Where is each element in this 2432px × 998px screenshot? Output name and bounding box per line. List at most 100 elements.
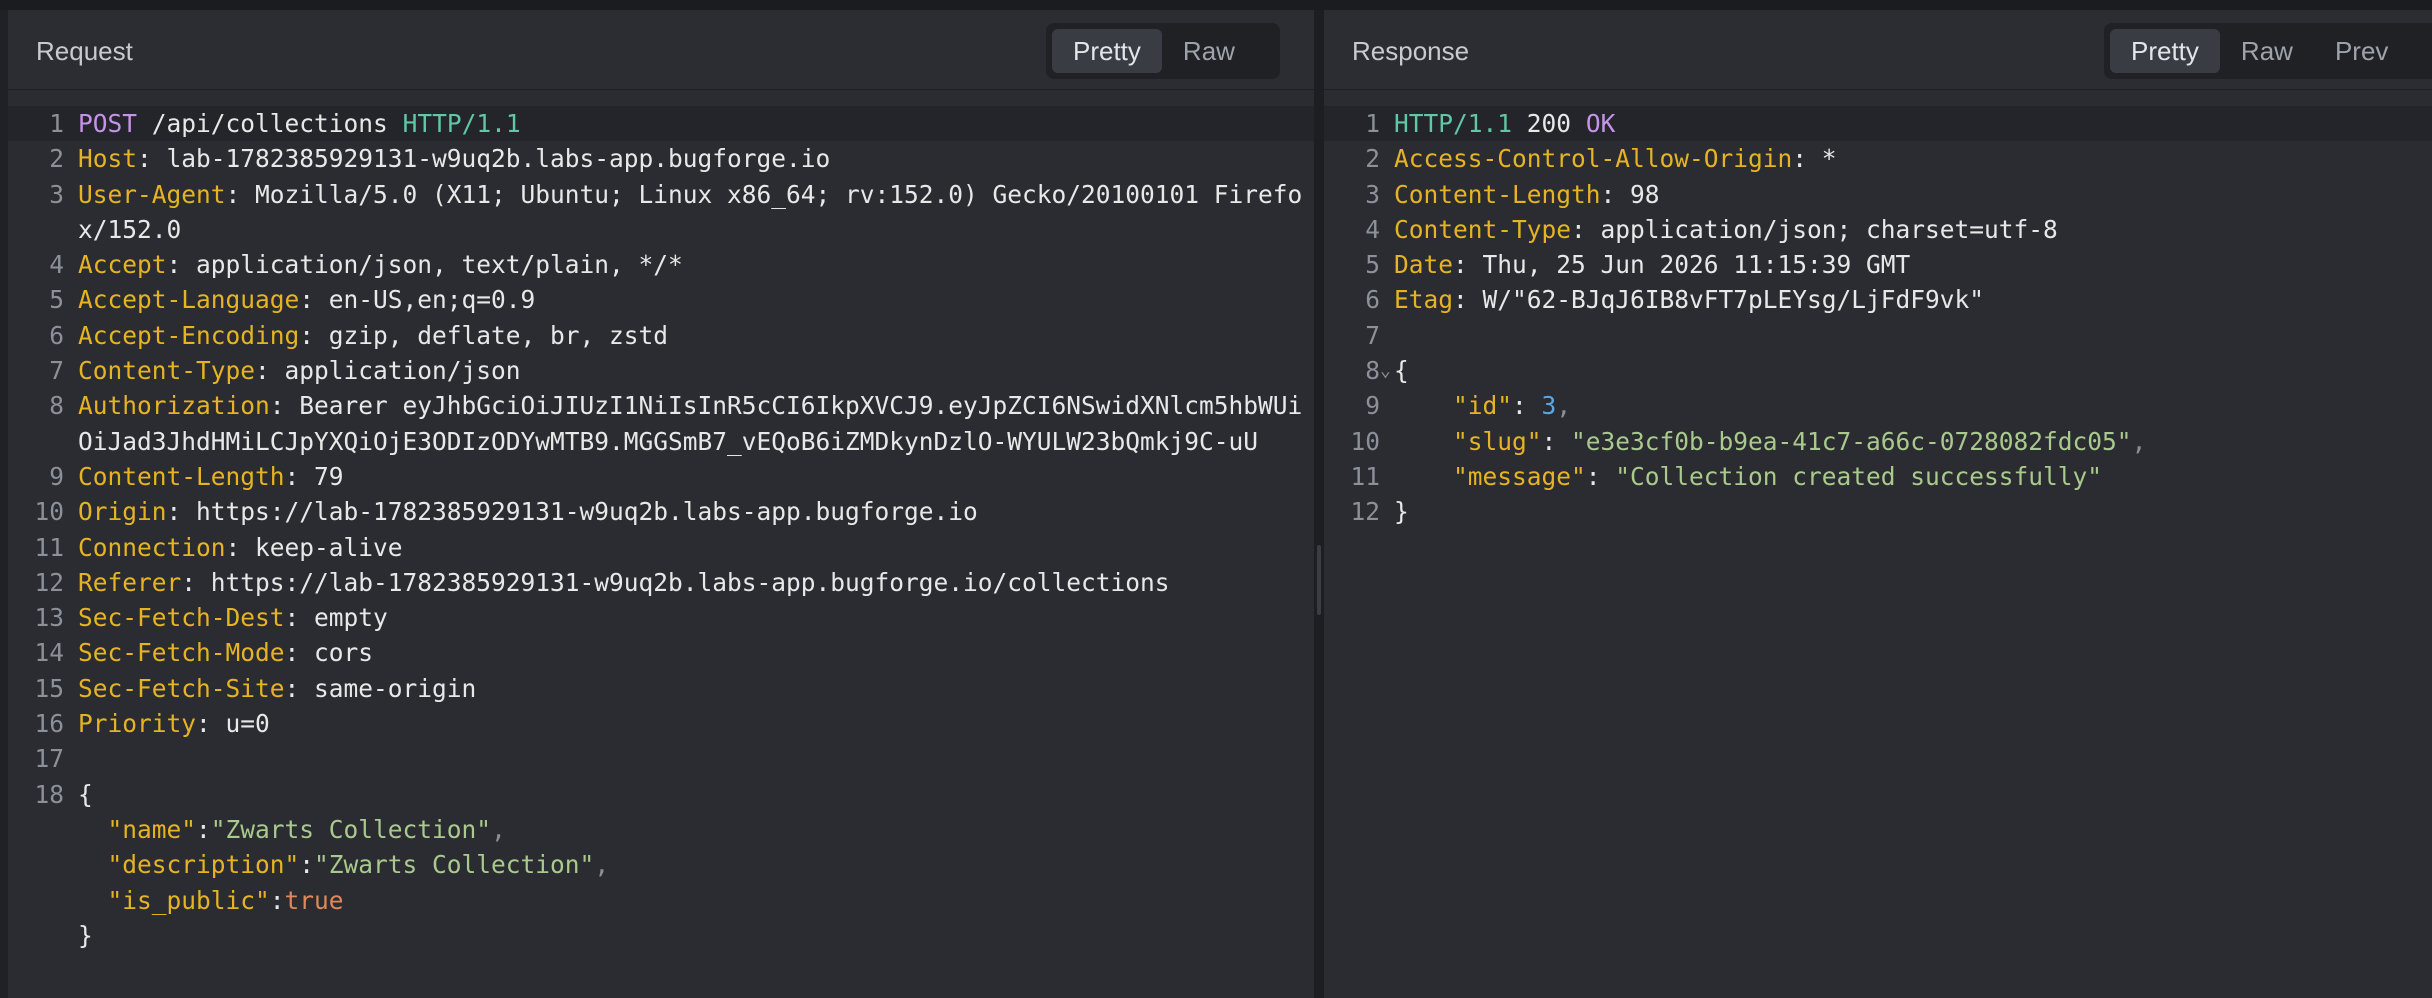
code-content: Referer: https://lab-1782385929131-w9uq2… <box>78 565 1314 600</box>
code-line: 2 Host: lab-1782385929131-w9uq2b.labs-app… <box>8 141 1314 176</box>
json-colon: : <box>299 850 315 880</box>
http-protocol: HTTP/1.1 <box>402 109 521 138</box>
response-view-toggle: Pretty Raw Prev <box>2104 23 2432 79</box>
header-separator: : <box>137 144 167 174</box>
json-value: "Collection created successfully" <box>1615 461 2103 491</box>
header-separator: : <box>284 461 315 491</box>
header-value: cors <box>314 638 374 668</box>
header-value: application/json; charset=utf-8 <box>1600 214 2058 244</box>
code-content: Origin: https://lab-1782385929131-w9uq2b… <box>78 494 1314 529</box>
code-content: Sec-Fetch-Mode: cors <box>78 635 1314 670</box>
header-value: * <box>1821 144 1837 174</box>
json-comma: , <box>491 814 506 844</box>
code-line: 14 Sec-Fetch-Mode: cors <box>8 635 1314 670</box>
request-editor[interactable]: 1 POST /api/collections HTTP/1.1 2 Host: la… <box>8 106 1314 953</box>
chevron-down-icon[interactable]: ⌄ <box>1380 353 1396 388</box>
splitter-grip-handle[interactable] <box>1317 545 1321 615</box>
line-number: 12 <box>34 567 64 597</box>
json-key: "slug" <box>1453 426 1542 456</box>
code-content: Content-Length: 79 <box>78 459 1314 494</box>
response-pane-title: Response <box>1352 36 1470 66</box>
line-number: 2 <box>1365 144 1380 174</box>
request-path: /api/collections <box>151 109 388 138</box>
code-line: 4 Content-Type: application/json; charset… <box>1324 212 2432 247</box>
code-line: 11 Connection: keep-alive <box>8 530 1314 565</box>
line-number: 6 <box>49 320 64 350</box>
header-separator: : <box>1571 214 1601 244</box>
code-line: 5 Accept-Language: en-US,en;q=0.9 <box>8 282 1314 317</box>
code-line: 8 ⌄{ <box>1324 353 2432 388</box>
line-number: 7 <box>49 356 64 386</box>
code-line: 3 User-Agent: Mozilla/5.0 (X11; Ubuntu; L… <box>8 177 1314 248</box>
code-content: } <box>78 918 1314 953</box>
code-line: 1 POST /api/collections HTTP/1.1 <box>8 106 1314 142</box>
response-tab-pretty[interactable]: Pretty <box>2110 29 2220 73</box>
code-content: "description":"Zwarts Collection", <box>78 847 1314 882</box>
header-separator: : <box>166 497 197 527</box>
code-content: Sec-Fetch-Dest: empty <box>78 600 1314 635</box>
header-name: Accept-Encoding <box>78 320 300 350</box>
line-number: 5 <box>49 285 64 315</box>
json-colon: : <box>1512 391 1542 421</box>
line-number: 9 <box>49 461 64 491</box>
json-brace-close: } <box>78 920 93 950</box>
header-name: Sec-Fetch-Dest <box>78 603 285 633</box>
code-line: 2 Access-Control-Allow-Origin: * <box>1324 141 2432 176</box>
pane-splitter[interactable] <box>1314 10 1324 998</box>
response-tab-raw[interactable]: Raw <box>2220 29 2314 73</box>
response-editor[interactable]: 1 HTTP/1.1 200 OK 2 Access-Control-Allow-Or… <box>1324 106 2432 530</box>
code-content: Etag: W/"62-BJqJ6IB8vFT7pLEYsg/LjFdF9vk" <box>1394 282 2432 317</box>
json-key: "name" <box>107 814 197 844</box>
json-key: "message" <box>1453 461 1586 491</box>
code-line: 13 Sec-Fetch-Dest: empty <box>8 600 1314 635</box>
header-separator: : <box>284 638 315 668</box>
code-content: } <box>1394 494 2432 529</box>
header-name: Sec-Fetch-Mode <box>78 638 285 668</box>
json-brace-open: { <box>1394 356 1409 386</box>
line-number: 5 <box>1365 250 1380 280</box>
header-separator: : <box>269 391 300 421</box>
line-number: 9 <box>1365 391 1380 421</box>
request-pane-header: Request Pretty Raw <box>8 10 1314 90</box>
code-line: 8 Authorization: Bearer eyJhbGciOiJIUzI1N… <box>8 388 1314 459</box>
line-number: 4 <box>49 250 64 280</box>
header-separator: : <box>1792 144 1822 174</box>
header-separator: : <box>1600 179 1631 209</box>
status-code: 200 <box>1526 109 1572 138</box>
header-name: Origin <box>78 497 167 527</box>
line-number: 15 <box>34 673 64 703</box>
code-content: Content-Length: 98 <box>1394 177 2432 212</box>
header-separator: : <box>225 179 256 209</box>
code-line: 9 Content-Length: 79 <box>8 459 1314 494</box>
header-value: 98 <box>1630 179 1660 209</box>
header-value: W/"62-BJqJ6IB8vFT7pLEYsg/LjFdF9vk" <box>1482 285 1985 315</box>
request-tab-raw[interactable]: Raw <box>1162 29 1256 73</box>
window-top-strip <box>0 0 2432 10</box>
code-line: 18 { <box>8 777 1314 812</box>
line-number: 2 <box>49 144 64 174</box>
header-value: 79 <box>314 461 344 491</box>
line-number: 16 <box>34 709 64 739</box>
header-name: Priority <box>78 709 197 739</box>
response-tab-preview[interactable]: Prev <box>2314 29 2409 73</box>
json-colon: : <box>269 885 285 915</box>
header-value: en-US,en;q=0.9 <box>328 285 536 315</box>
code-line: 10 Origin: https://lab-1782385929131-w9uq… <box>8 494 1314 529</box>
http-protocol: HTTP/1.1 <box>1394 109 1513 138</box>
request-view-toggle: Pretty Raw <box>1046 23 1280 79</box>
code-content: Accept-Encoding: gzip, deflate, br, zstd <box>78 318 1314 353</box>
code-line: 12} <box>1324 494 2432 529</box>
line-number: 1 <box>49 109 64 138</box>
code-content: HTTP/1.1 200 OK <box>1394 106 2432 141</box>
header-value: same-origin <box>314 673 477 703</box>
line-number: 11 <box>34 532 64 562</box>
code-content: Connection: keep-alive <box>78 530 1314 565</box>
code-content: "message": "Collection created successfu… <box>1394 459 2432 494</box>
json-colon: : <box>1541 426 1572 456</box>
request-tab-pretty[interactable]: Pretty <box>1052 29 1162 73</box>
code-content: Accept: application/json, text/plain, */… <box>78 247 1314 282</box>
